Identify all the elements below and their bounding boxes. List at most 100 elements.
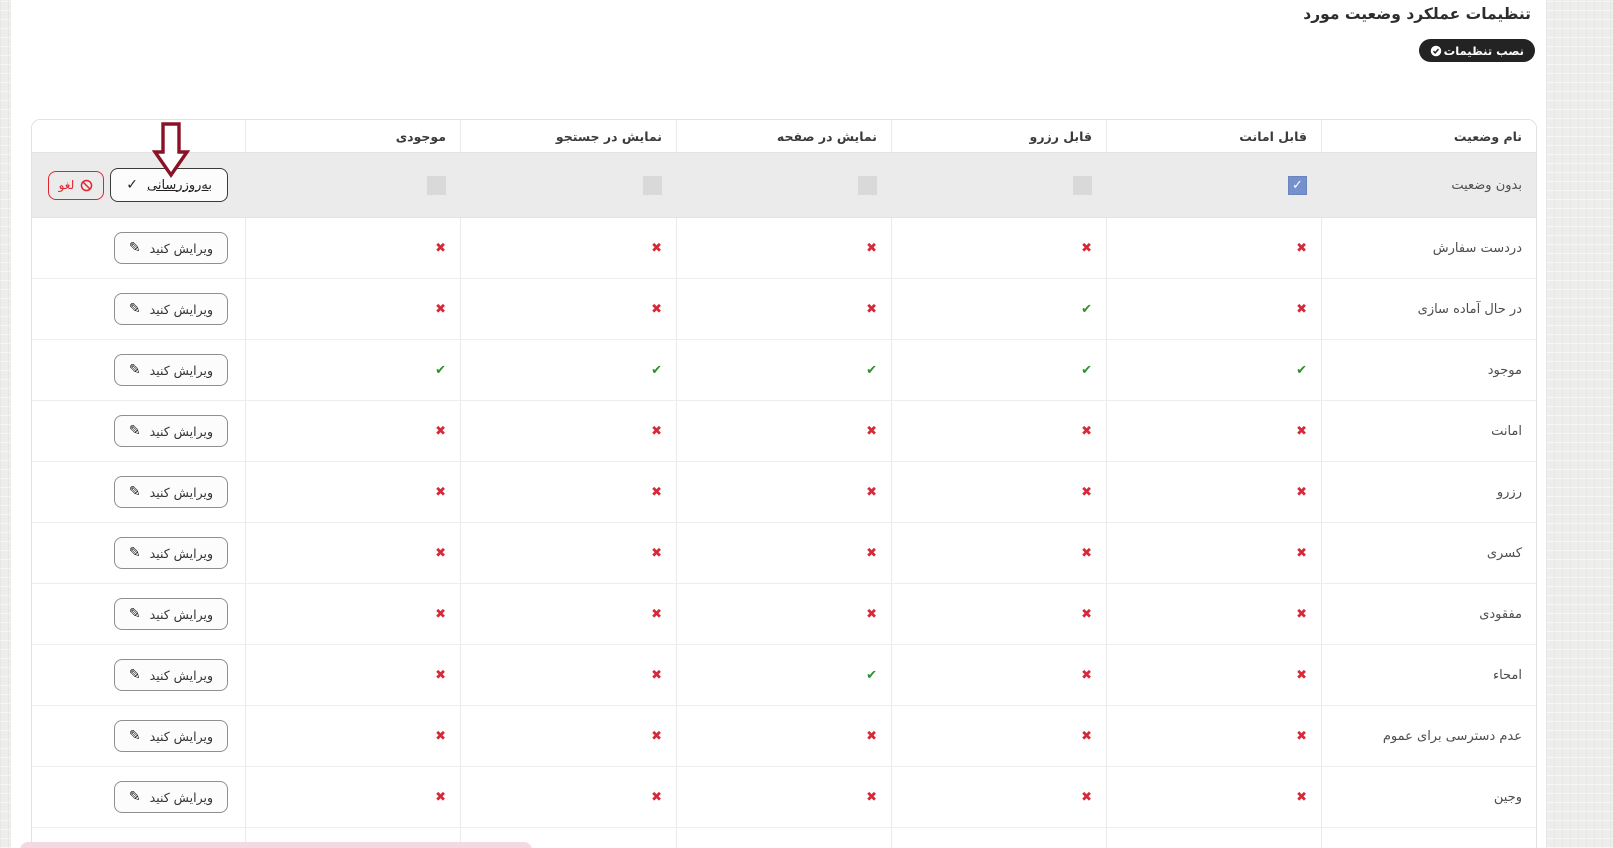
right-page-margin <box>1546 0 1613 848</box>
show-in-search-cell: ✖ <box>460 218 676 278</box>
edit-button[interactable]: ✎ ویرایش کنید <box>113 537 228 569</box>
row-actions-cell: ✎ ویرایش کنید <box>32 401 245 461</box>
cross-icon: ✖ <box>651 484 662 500</box>
row-actions-cell: ✓ به‌روزرسانی لغو <box>32 153 245 217</box>
status-name: مفقودی <box>1479 606 1522 622</box>
stock-cell: ✖ <box>245 462 460 522</box>
check-icon: ✔ <box>1081 362 1092 378</box>
cross-icon: ✖ <box>651 667 662 683</box>
reservable-cell <box>891 153 1106 217</box>
status-name-cell: کسری <box>1321 523 1536 583</box>
edit-button-label: ویرایش کنید <box>149 484 213 500</box>
page-title: تنظیمات عملکرد وضعیت مورد <box>1303 5 1531 23</box>
edit-button[interactable]: ✎ ویرایش کنید <box>113 720 228 752</box>
row-actions-cell: ✎ ویرایش کنید <box>32 218 245 278</box>
status-name-cell: رزرو <box>1321 462 1536 522</box>
pencil-icon: ✎ <box>128 240 141 256</box>
table-row: امانت ✖ ✖ ✖ ✖ ✖ ✎ ویرایش کنید <box>32 401 1536 462</box>
loanable-checkbox[interactable]: ✓ <box>1288 175 1307 195</box>
stock-cell: ✖ <box>245 584 460 644</box>
show-in-search-cell: ✖ <box>460 279 676 339</box>
show-in-search-cell: ✖ <box>460 706 676 766</box>
update-button-label: به‌روزرسانی <box>146 177 212 193</box>
cross-icon: ✖ <box>1081 423 1092 439</box>
reservable-cell: ✖ <box>891 462 1106 522</box>
status-name: در حال آماده سازی <box>1417 301 1522 317</box>
loanable-cell: ✖ <box>1106 645 1321 705</box>
show-in-page-checkbox[interactable] <box>858 175 877 195</box>
bottom-overlay-bar <box>20 842 532 848</box>
edit-button[interactable]: ✎ ویرایش کنید <box>113 415 228 447</box>
reservable-cell: ✖ <box>891 645 1106 705</box>
install-settings-button[interactable]: نصب تنظیمات <box>1418 39 1535 62</box>
pencil-icon: ✎ <box>128 728 141 744</box>
cross-icon: ✖ <box>651 301 662 317</box>
check-icon: ✓ <box>126 177 138 193</box>
row-actions-cell: ✎ ویرایش کنید <box>32 340 245 400</box>
show-in-page-cell: ✖ <box>676 218 891 278</box>
edit-button-label: ویرایش کنید <box>149 789 213 805</box>
table-row: وجین ✖ ✖ ✖ ✖ ✖ ✎ ویرایش کنید <box>32 767 1536 828</box>
install-settings-label: نصب تنظیمات <box>1443 43 1524 58</box>
header-cell-reservable: قابل رزرو <box>891 120 1106 152</box>
table-row-editing: بدون وضعیت ✓ ✓ به‌روزرسانی لغو <box>32 153 1536 218</box>
reservable-cell: ✖ <box>891 218 1106 278</box>
reservable-cell: ✖ <box>891 706 1106 766</box>
edit-button[interactable]: ✎ ویرایش کنید <box>113 476 228 508</box>
edit-button[interactable]: ✎ ویرایش کنید <box>113 781 228 813</box>
stock-cell: ✖ <box>245 645 460 705</box>
cross-icon: ✖ <box>1081 240 1092 256</box>
stock-cell <box>245 153 460 217</box>
show-in-search-cell: ✖ <box>460 401 676 461</box>
prohibition-icon <box>80 179 93 192</box>
edit-button-label: ویرایش کنید <box>149 301 213 317</box>
show-in-search-cell: ✖ <box>460 645 676 705</box>
show-in-page-cell: ✖ <box>676 584 891 644</box>
loanable-cell: ✖ <box>1106 279 1321 339</box>
edit-button[interactable]: ✎ ویرایش کنید <box>113 598 228 630</box>
reservable-checkbox[interactable] <box>1073 175 1092 195</box>
cross-icon: ✖ <box>866 423 877 439</box>
cross-icon: ✖ <box>651 240 662 256</box>
show-in-search-checkbox[interactable] <box>643 175 662 195</box>
cross-icon: ✖ <box>1296 789 1307 805</box>
row-actions-cell: ✎ ویرایش کنید <box>32 462 245 522</box>
header-cell-name: نام وضعیت <box>1321 120 1536 152</box>
row-actions-cell: ✎ ویرایش کنید <box>32 279 245 339</box>
show-in-page-cell: ✔ <box>676 340 891 400</box>
stock-cell: ✔ <box>245 340 460 400</box>
edit-button[interactable]: ✎ ویرایش کنید <box>113 354 228 386</box>
reservable-cell: ✔ <box>891 279 1106 339</box>
stock-checkbox[interactable] <box>427 175 446 195</box>
pencil-icon: ✎ <box>128 545 141 561</box>
show-in-search-cell: ✖ <box>460 584 676 644</box>
empty-cell <box>1106 828 1321 848</box>
cross-icon: ✖ <box>1081 667 1092 683</box>
status-name-cell: امانت <box>1321 401 1536 461</box>
table-row: امحاء ✖ ✖ ✔ ✖ ✖ ✎ ویرایش کنید <box>32 645 1536 706</box>
cross-icon: ✖ <box>1081 789 1092 805</box>
reservable-cell: ✖ <box>891 767 1106 827</box>
status-name-cell: امحاء <box>1321 645 1536 705</box>
pencil-icon: ✎ <box>128 362 141 378</box>
show-in-page-cell: ✖ <box>676 706 891 766</box>
empty-cell <box>1321 828 1536 848</box>
empty-cell <box>676 828 891 848</box>
header-cell-show-in-search: نمایش در جستجو <box>460 120 676 152</box>
table-row: کسری ✖ ✖ ✖ ✖ ✖ ✎ ویرایش کنید <box>32 523 1536 584</box>
stock-cell: ✖ <box>245 706 460 766</box>
edit-button[interactable]: ✎ ویرایش کنید <box>113 293 228 325</box>
status-table: نام وضعیت قابل امانت قابل رزرو نمایش در صفح… <box>31 119 1537 848</box>
edit-button-label: ویرایش کنید <box>149 667 213 683</box>
loanable-cell: ✓ <box>1106 153 1321 217</box>
edit-button[interactable]: ✎ ویرایش کنید <box>113 232 228 264</box>
cross-icon: ✖ <box>435 728 446 744</box>
update-button[interactable]: ✓ به‌روزرسانی <box>110 168 228 202</box>
cross-icon: ✖ <box>435 240 446 256</box>
edit-button[interactable]: ✎ ویرایش کنید <box>113 659 228 691</box>
cancel-button[interactable]: لغو <box>47 170 105 200</box>
check-circle-icon <box>1430 45 1442 57</box>
cross-icon: ✖ <box>435 301 446 317</box>
status-name: وجین <box>1493 789 1522 805</box>
status-name-cell: وجین <box>1321 767 1536 827</box>
